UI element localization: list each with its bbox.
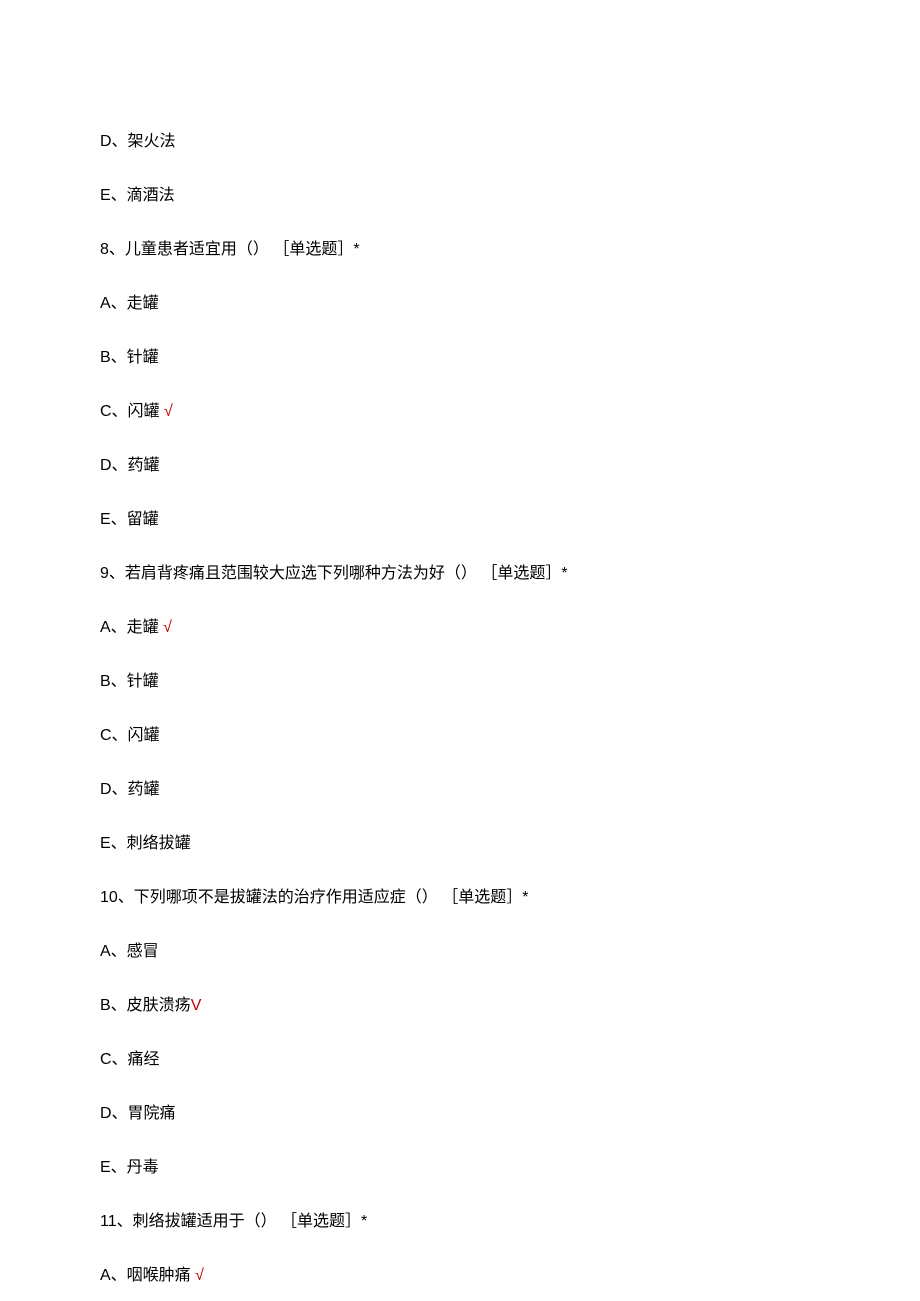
option-text: E、滴酒法 bbox=[100, 184, 820, 208]
option-text: A、感冒 bbox=[100, 940, 820, 964]
question-stem: 8、儿童患者适宜用（） ［单选题］* bbox=[100, 238, 820, 262]
option-text: B、针罐 bbox=[100, 346, 820, 370]
option-label: A、走罐 bbox=[100, 619, 163, 636]
option-text: A、走罐 √ bbox=[100, 616, 820, 640]
option-text: B、皮肤溃疡V bbox=[100, 994, 820, 1018]
question-stem: 9、若肩背疼痛且范围较大应选下列哪种方法为好（） ［单选题］* bbox=[100, 562, 820, 586]
option-text: D、药罐 bbox=[100, 778, 820, 802]
option-text: E、丹毒 bbox=[100, 1156, 820, 1180]
option-text: B、针罐 bbox=[100, 670, 820, 694]
option-text: A、走罐 bbox=[100, 292, 820, 316]
option-text: C、痛经 bbox=[100, 1048, 820, 1072]
check-mark-icon: √ bbox=[195, 1267, 204, 1284]
option-label: C、闪罐 bbox=[100, 403, 164, 420]
option-text: A、咽喉肿痛 √ bbox=[100, 1264, 820, 1288]
option-text: E、刺络拔罐 bbox=[100, 832, 820, 856]
check-mark-icon: V bbox=[191, 997, 202, 1014]
question-stem: 11、刺络拔罐适用于（） ［单选题］* bbox=[100, 1210, 820, 1234]
option-label: B、皮肤溃疡 bbox=[100, 997, 191, 1014]
option-text: E、留罐 bbox=[100, 508, 820, 532]
option-text: D、胃院痛 bbox=[100, 1102, 820, 1126]
option-text: C、闪罐 √ bbox=[100, 400, 820, 424]
option-text: C、闪罐 bbox=[100, 724, 820, 748]
option-text: D、药罐 bbox=[100, 454, 820, 478]
question-stem: 10、下列哪项不是拔罐法的治疗作用适应症（） ［单选题］* bbox=[100, 886, 820, 910]
check-mark-icon: √ bbox=[163, 619, 172, 636]
option-text: D、架火法 bbox=[100, 130, 820, 154]
option-label: A、咽喉肿痛 bbox=[100, 1267, 195, 1284]
check-mark-icon: √ bbox=[164, 403, 173, 420]
